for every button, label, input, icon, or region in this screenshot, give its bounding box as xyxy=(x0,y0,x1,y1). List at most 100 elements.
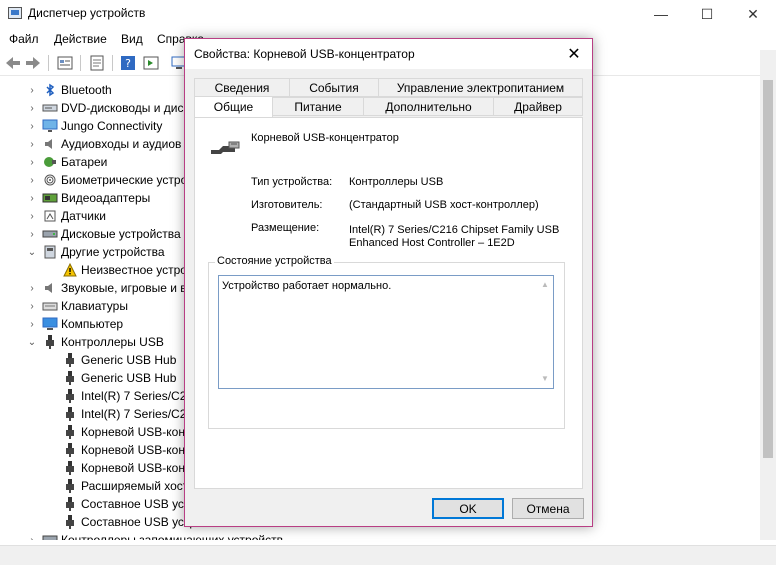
tree-item[interactable]: › Клавиатуры xyxy=(26,297,128,315)
computer-icon xyxy=(42,316,58,332)
scroll-up-icon[interactable]: ▲ xyxy=(541,280,549,289)
tree-item[interactable]: › Bluetooth xyxy=(26,81,111,99)
chevron-right-icon[interactable]: › xyxy=(26,318,38,330)
scroll-down-icon[interactable]: ▼ xyxy=(541,374,549,383)
ok-button[interactable]: OK xyxy=(432,498,504,519)
tree-item[interactable]: ⌄ Контроллеры USB xyxy=(26,333,164,351)
tab-general[interactable]: Общие xyxy=(194,96,273,117)
chevron-down-icon[interactable]: ⌄ xyxy=(26,336,38,348)
tree-item[interactable]: › Jungo Connectivity xyxy=(26,117,162,135)
display-adapter-icon xyxy=(42,190,58,206)
tree-item[interactable]: › Аудиовходы и аудиов xyxy=(26,135,181,153)
tree-item-label: Клавиатуры xyxy=(61,299,128,313)
dialog-close-button[interactable]: ✕ xyxy=(564,44,584,64)
usb-icon xyxy=(62,496,78,512)
tree-item-label: Intel(R) 7 Series/C21 xyxy=(81,407,194,421)
usb-icon xyxy=(62,460,78,476)
tree-item-label: Корневой USB-конц xyxy=(81,425,192,439)
chevron-right-icon[interactable]: › xyxy=(26,138,38,150)
tab-power-management[interactable]: Управление электропитанием xyxy=(378,78,583,97)
chevron-right-icon[interactable]: › xyxy=(26,156,38,168)
device-status-text: Устройство работает нормально. xyxy=(222,280,392,292)
tab-advanced[interactable]: Дополнительно xyxy=(363,97,494,116)
minimize-button[interactable]: — xyxy=(638,0,684,28)
tree-item-label: Другие устройства xyxy=(61,245,165,259)
device-status-group: Состояние устройства Устройство работает… xyxy=(208,255,565,429)
warning-icon xyxy=(62,262,78,278)
tree-item[interactable]: › DVD-дисководы и дис xyxy=(26,99,183,117)
usb-icon xyxy=(62,442,78,458)
close-button[interactable]: ✕ xyxy=(730,0,776,28)
speaker-icon xyxy=(42,280,58,296)
device-status-textbox[interactable]: Устройство работает нормально. ▲ ▼ xyxy=(218,275,554,389)
tree-item-label: Составное USB устр xyxy=(81,497,197,511)
tree-item[interactable]: Составное USB устр xyxy=(62,495,196,513)
chevron-right-icon[interactable]: › xyxy=(26,534,38,541)
help-icon[interactable]: ? xyxy=(119,54,137,72)
forward-arrow-icon[interactable] xyxy=(24,54,42,72)
tree-item[interactable]: Неизвестное устро xyxy=(62,261,187,279)
tree-item[interactable]: Intel(R) 7 Series/C21 xyxy=(62,387,193,405)
back-arrow-icon[interactable] xyxy=(4,54,22,72)
tab-events[interactable]: События xyxy=(289,78,379,97)
menu-action[interactable]: Действие xyxy=(54,32,107,46)
tree-item-label: Компьютер xyxy=(61,317,124,331)
menu-view[interactable]: Вид xyxy=(121,32,143,46)
view-icon[interactable] xyxy=(142,54,160,72)
chevron-right-icon[interactable]: › xyxy=(26,300,38,312)
tree-item[interactable]: › Компьютер xyxy=(26,315,123,333)
device-status-legend: Состояние устройства xyxy=(215,255,334,267)
monitor-icon xyxy=(42,118,58,134)
tree-item[interactable]: Расширяемый хост xyxy=(62,477,188,495)
cancel-button[interactable]: Отмена xyxy=(512,498,584,519)
tree-item[interactable]: Корневой USB-конц xyxy=(62,423,192,441)
device-type-value: Контроллеры USB xyxy=(349,176,444,188)
properties-icon[interactable] xyxy=(56,54,74,72)
chevron-right-icon[interactable]: › xyxy=(26,282,38,294)
tree-item-label: Контроллеры запоминающих устройств xyxy=(61,533,283,540)
chevron-right-icon[interactable]: › xyxy=(26,210,38,222)
vertical-scrollbar[interactable] xyxy=(760,50,776,540)
tree-item[interactable]: › Дисковые устройства xyxy=(26,225,181,243)
tree-item[interactable]: › Контроллеры запоминающих устройств xyxy=(26,531,283,540)
tree-item-label: Неизвестное устро xyxy=(81,263,187,277)
tree-item[interactable]: Корневой USB-конц xyxy=(62,459,192,477)
tree-item[interactable]: › Видеоадаптеры xyxy=(26,189,150,207)
chevron-right-icon[interactable]: › xyxy=(26,174,38,186)
tree-item[interactable]: › Датчики xyxy=(26,207,106,225)
chevron-right-icon[interactable]: › xyxy=(26,120,38,132)
tree-item[interactable]: Generic USB Hub xyxy=(62,351,176,369)
menu-file[interactable]: Файл xyxy=(9,32,39,46)
tree-item[interactable]: Корневой USB-конц xyxy=(62,441,192,459)
tree-item-label: Датчики xyxy=(61,209,106,223)
tree-item[interactable]: ⌄ Другие устройства xyxy=(26,243,165,261)
document-icon[interactable] xyxy=(88,54,106,72)
chevron-right-icon[interactable]: › xyxy=(26,102,38,114)
tree-item[interactable]: › Биометрические устро xyxy=(26,171,187,189)
chevron-right-icon[interactable]: › xyxy=(26,192,38,204)
dvd-drive-icon xyxy=(42,100,58,116)
usb-icon xyxy=(62,370,78,386)
status-scrollbar[interactable]: ▲ ▼ xyxy=(538,276,553,388)
tree-item[interactable]: › Батареи xyxy=(26,153,107,171)
tab-driver[interactable]: Драйвер xyxy=(493,97,583,116)
maximize-button[interactable]: ☐ xyxy=(684,0,730,28)
tree-item-label: Generic USB Hub xyxy=(81,371,177,385)
tab-details[interactable]: Сведения xyxy=(194,78,290,97)
tree-item-label: Контроллеры USB xyxy=(61,335,164,349)
chevron-down-icon[interactable]: ⌄ xyxy=(26,246,38,258)
chevron-right-icon[interactable]: › xyxy=(26,84,38,96)
usb-icon xyxy=(42,334,58,350)
horizontal-scrollbar[interactable] xyxy=(0,545,776,565)
device-name: Корневой USB-концентратор xyxy=(251,132,399,144)
tree-item[interactable]: Составное USB устр xyxy=(62,513,196,531)
tree-item-label: Дисковые устройства xyxy=(61,227,181,241)
tree-item[interactable]: › Звуковые, игровые и в xyxy=(26,279,187,297)
window-title: Диспетчер устройств xyxy=(28,6,146,20)
tree-item-label: Расширяемый хост xyxy=(81,479,189,493)
tree-item-label: Звуковые, игровые и в xyxy=(61,281,187,295)
tree-item[interactable]: Intel(R) 7 Series/C21 xyxy=(62,405,193,423)
tree-item[interactable]: Generic USB Hub xyxy=(62,369,176,387)
chevron-right-icon[interactable]: › xyxy=(26,228,38,240)
tab-power[interactable]: Питание xyxy=(272,97,364,116)
